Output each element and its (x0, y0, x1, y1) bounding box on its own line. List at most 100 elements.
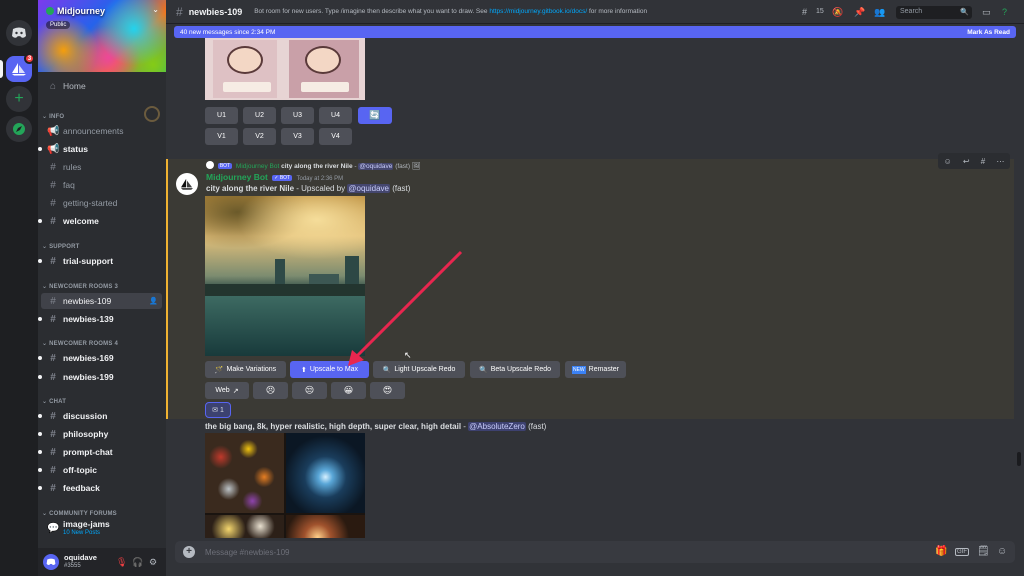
u1-button[interactable]: U1 (205, 107, 238, 124)
avatar[interactable] (176, 173, 198, 195)
reaction-chip[interactable]: ✉ 1 (205, 402, 231, 418)
mute-notifications-icon[interactable]: 🔕 (832, 7, 843, 18)
user-info[interactable]: oquidave #3555 (64, 554, 97, 570)
image-grid[interactable] (205, 433, 365, 538)
upscaled-image[interactable] (205, 196, 365, 356)
sidebar-item-newbies-169[interactable]: # newbies-169 (38, 350, 162, 366)
avatar (206, 161, 214, 169)
inbox-icon[interactable]: ▭ (982, 7, 991, 18)
scrollbar[interactable] (1017, 452, 1021, 466)
v1-button[interactable]: V1 (205, 128, 238, 145)
notification-badge: 3 (24, 53, 35, 64)
avatar[interactable] (43, 554, 59, 570)
message-upscale[interactable]: ☺ ↩ # ⋯ BOT Midjourney Bot city along th… (166, 153, 1014, 419)
mark-as-read-button[interactable]: Mark As Read (967, 29, 1010, 36)
rate-button-1[interactable]: 😣 (253, 382, 288, 399)
gif-icon[interactable]: GIF (955, 548, 969, 556)
remaster-button[interactable]: NEW Remaster (565, 361, 626, 378)
headphones-icon[interactable]: 🎧 (132, 557, 143, 567)
beta-upscale-redo-button[interactable]: 🔍 Beta Upscale Redo (470, 361, 560, 378)
category-info[interactable]: ⌄ INFO (42, 113, 64, 120)
hash-icon: # (50, 371, 56, 383)
sidebar-item-philosophy[interactable]: # philosophy (38, 426, 162, 442)
server-header[interactable]: Midjourney (46, 6, 105, 16)
category-newcomer-3[interactable]: ⌄ NEWCOMER ROOMS 3 (42, 283, 118, 290)
rate-button-3[interactable]: 😀 (331, 382, 366, 399)
image-icon: 🖼 (411, 163, 421, 170)
megaphone-icon: 📢 (47, 125, 60, 137)
sidebar-item-feedback[interactable]: # feedback (38, 480, 162, 496)
rate-button-2[interactable]: 😒 (292, 382, 327, 399)
home-icon: ⌂ (49, 80, 57, 92)
loading-spinner (144, 106, 160, 122)
emoji-icon[interactable]: ☺ (997, 546, 1007, 557)
sidebar-item-newbies-139[interactable]: # newbies-139 (38, 311, 162, 327)
more-icon[interactable]: ⋯ (996, 157, 1004, 166)
search-input[interactable]: Search 🔍 (896, 6, 972, 19)
docs-link[interactable]: https://midjourney.gitbook.io/docs/ (489, 8, 587, 15)
sidebar-item-newbies-199[interactable]: # newbies-199 (38, 369, 162, 385)
upload-plus-button[interactable]: + (183, 546, 195, 558)
sticker-icon[interactable]: 🗒 (977, 546, 990, 557)
sidebar-item-off-topic[interactable]: # off-topic (38, 462, 162, 478)
reply-reference[interactable]: BOT Midjourney Bot city along the river … (206, 161, 421, 170)
members-list-icon[interactable]: 👥 (874, 7, 885, 18)
message-input[interactable] (205, 547, 805, 557)
chevron-down-icon[interactable]: ⌄ (152, 5, 159, 14)
explore-servers-icon[interactable] (6, 116, 32, 142)
v3-button[interactable]: V3 (281, 128, 314, 145)
sidebar-item-prompt-chat[interactable]: # prompt-chat (38, 444, 162, 460)
sidebar-item-announcements[interactable]: 📢 announcements (41, 123, 162, 139)
category-chat[interactable]: ⌄ CHAT (42, 398, 66, 405)
refresh-icon: 🔄 (369, 110, 381, 120)
settings-gear-icon[interactable]: ⚙ (148, 557, 158, 567)
light-upscale-redo-button[interactable]: 🔍 Light Upscale Redo (373, 361, 465, 378)
make-variations-button[interactable]: 🪄 Make Variations (205, 361, 286, 378)
author-name[interactable]: Midjourney Bot (206, 172, 268, 182)
category-community-forums[interactable]: ⌄ COMMUNITY FORUMS (42, 510, 117, 517)
channel-topic: Bot room for new users. Type /imagine th… (254, 8, 648, 15)
midjourney-server-icon[interactable]: 3 (0, 53, 35, 82)
magic-wand-icon: 🪄 (214, 366, 224, 374)
discord-home-icon[interactable] (6, 20, 32, 46)
image-grid-preview[interactable] (205, 38, 365, 100)
u2-button[interactable]: U2 (243, 107, 276, 124)
sidebar-item-image-jams[interactable]: 💬 image-jams 10 New Posts (41, 520, 162, 540)
add-member-icon[interactable]: 👤 (149, 297, 158, 305)
sidebar-item-faq[interactable]: # faq (41, 177, 162, 193)
hash-icon: # (50, 428, 56, 440)
category-newcomer-4[interactable]: ⌄ NEWCOMER ROOMS 4 (42, 340, 118, 347)
web-link-button[interactable]: Web ↗ (205, 382, 249, 399)
rate-button-4[interactable]: 😍 (370, 382, 405, 399)
new-messages-text: 40 new messages since 2:34 PM (180, 28, 276, 36)
sidebar-item-rules[interactable]: # rules (41, 159, 162, 175)
upscale-to-max-button[interactable]: ⬆ Upscale to Max (290, 361, 369, 378)
sidebar-item-newbies-109[interactable]: # newbies-109 👤 (41, 293, 162, 309)
sidebar-item-discussion[interactable]: # discussion (38, 408, 162, 424)
user-discriminator: #3555 (64, 563, 81, 569)
sidebar-item-welcome[interactable]: # welcome (38, 213, 162, 229)
threads-icon[interactable]: # (802, 7, 807, 17)
sidebar-item-home[interactable]: ⌂ Home (41, 78, 162, 94)
category-support[interactable]: ⌄ SUPPORT (42, 243, 80, 250)
v4-button[interactable]: V4 (319, 128, 352, 145)
add-reaction-icon[interactable]: ☺ (944, 157, 952, 166)
gift-icon[interactable]: 🎁 (935, 546, 947, 557)
sidebar-item-status[interactable]: 📢 status (38, 141, 162, 157)
reroll-button[interactable]: 🔄 (358, 107, 392, 124)
hash-icon: # (50, 446, 56, 458)
u4-button[interactable]: U4 (319, 107, 352, 124)
message-composer: + 🎁 GIF 🗒 ☺ (175, 541, 1015, 563)
add-server-icon[interactable]: + (6, 86, 32, 112)
create-thread-icon[interactable]: # (981, 157, 985, 166)
sidebar-item-trial-support[interactable]: # trial-support (38, 253, 162, 269)
reply-icon[interactable]: ↩ (963, 157, 970, 166)
pin-icon[interactable]: 📌 (854, 7, 865, 18)
mute-mic-icon[interactable]: 🎙 (116, 557, 127, 567)
u3-button[interactable]: U3 (281, 107, 314, 124)
sidebar-item-getting-started[interactable]: # getting-started (41, 195, 162, 211)
help-icon[interactable]: ? (1002, 7, 1007, 17)
v2-button[interactable]: V2 (243, 128, 276, 145)
new-messages-bar[interactable]: 40 new messages since 2:34 PM Mark As Re… (174, 26, 1016, 38)
public-tag: Public (46, 21, 71, 29)
